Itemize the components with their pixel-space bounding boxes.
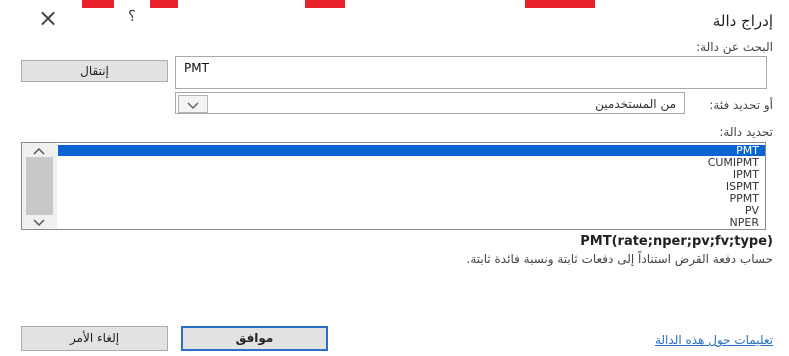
search-input-value: PMT xyxy=(184,61,209,75)
list-item[interactable]: PV xyxy=(745,205,759,216)
top-red-mark xyxy=(82,0,114,8)
list-item[interactable]: IPMT xyxy=(733,169,759,180)
top-red-mark xyxy=(305,0,345,8)
cancel-button[interactable]: إلغاء الأمر xyxy=(21,326,168,351)
help-link[interactable]: تعليمات حول هذه الدالة xyxy=(655,333,773,347)
list-item[interactable]: NPER xyxy=(730,217,759,228)
function-list-label: تحديد دالة: xyxy=(719,125,773,139)
scrollbar-thumb[interactable] xyxy=(26,157,53,215)
scroll-up-icon[interactable] xyxy=(32,147,46,155)
list-item[interactable]: CUMIPMT xyxy=(708,157,759,168)
top-red-mark xyxy=(525,0,595,8)
function-description: حساب دفعة القرض استناداً إلى دفعات ثابتة… xyxy=(466,252,774,266)
go-button[interactable]: إنتقال xyxy=(21,60,168,82)
search-label: البحث عن دالة: xyxy=(696,40,773,54)
category-select[interactable]: من المستخدمين xyxy=(175,92,685,114)
search-input[interactable]: PMT xyxy=(175,56,767,89)
scroll-down-icon[interactable] xyxy=(32,219,46,227)
ok-button[interactable]: موافق xyxy=(181,326,328,351)
list-item[interactable]: PPMT xyxy=(730,193,759,204)
listbox-scrollbar[interactable] xyxy=(22,143,57,229)
chevron-down-icon[interactable] xyxy=(178,95,208,113)
function-listbox[interactable]: PMT CUMIPMT IPMT ISPMT PPMT PV NPER xyxy=(21,142,766,230)
list-item[interactable]: ISPMT xyxy=(726,181,759,192)
top-red-mark xyxy=(150,0,178,8)
dialog-title: إدراج دالة xyxy=(712,12,773,30)
function-signature: PMT(rate;nper;pv;fv;type) xyxy=(580,234,773,249)
help-icon[interactable]: ؟ xyxy=(128,7,136,25)
category-selected-value: من المستخدمين xyxy=(595,97,676,111)
close-icon[interactable]: × xyxy=(38,6,58,30)
category-label: أو تحديد فئة: xyxy=(709,98,773,112)
list-item-selected[interactable]: PMT xyxy=(58,145,765,156)
